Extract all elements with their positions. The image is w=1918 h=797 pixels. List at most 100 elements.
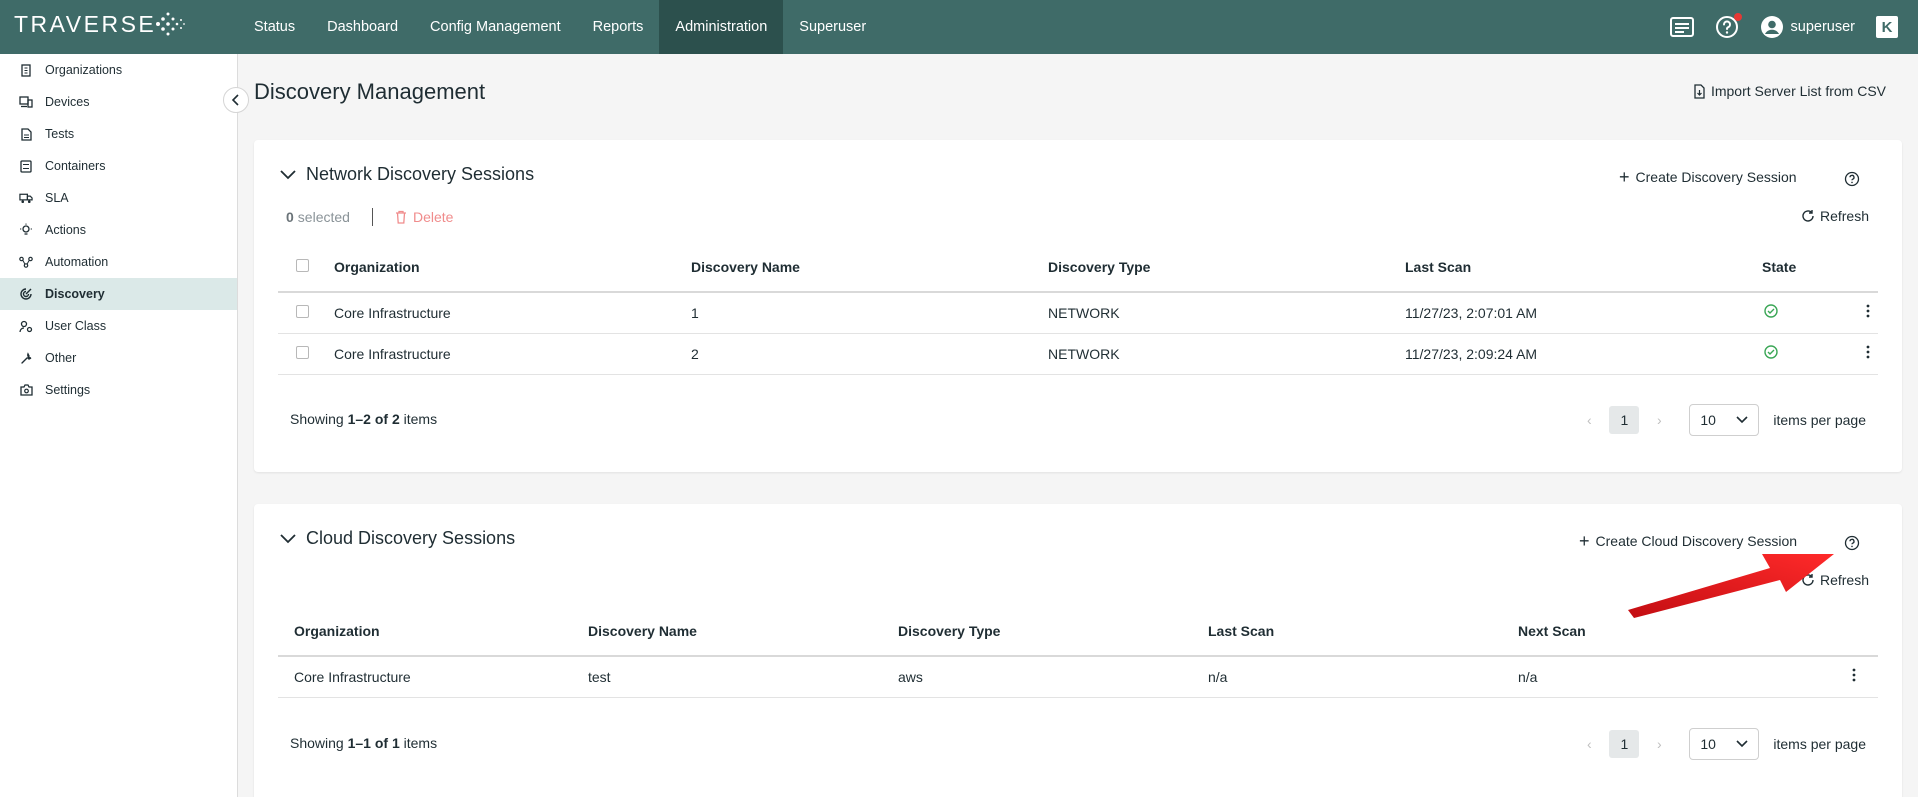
nav-config-management[interactable]: Config Management	[414, 0, 577, 54]
sidebar-item-label: SLA	[45, 191, 69, 205]
username[interactable]: superuser	[1791, 19, 1855, 35]
page-size-select[interactable]: 10	[1689, 404, 1760, 436]
document-icon	[19, 127, 33, 141]
sidebar-item-containers[interactable]: Containers	[0, 150, 237, 182]
prev-page-button[interactable]: ‹	[1579, 736, 1599, 752]
sidebar-item-other[interactable]: Other	[0, 342, 237, 374]
last-scan-cell: 11/27/23, 2:09:24 AM	[1405, 333, 1762, 375]
table-row[interactable]: Core Infrastructure 2 NETWORK 11/27/23, …	[278, 333, 1878, 375]
state-cell	[1762, 292, 1842, 334]
table-row[interactable]: Core Infrastructure test aws n/a n/a	[278, 656, 1878, 698]
import-csv-button[interactable]: Import Server List from CSV	[1693, 83, 1886, 99]
next-page-button[interactable]: ›	[1649, 412, 1669, 428]
sidebar-item-label: Tests	[45, 127, 75, 141]
nav-administration[interactable]: Administration	[659, 0, 784, 54]
file-import-icon	[1694, 83, 1705, 99]
product-badge[interactable]: K	[1876, 16, 1898, 38]
inbox-icon[interactable]	[1669, 14, 1695, 40]
page-size-value: 10	[1700, 412, 1716, 428]
page-number-button[interactable]: 1	[1609, 730, 1640, 758]
prev-page-button[interactable]: ‹	[1579, 412, 1599, 428]
help-icon[interactable]	[1844, 535, 1860, 551]
sidebar-collapse-button[interactable]	[223, 87, 249, 113]
state-cell	[1762, 333, 1842, 375]
chevron-down-icon	[1736, 740, 1748, 748]
trash-icon	[395, 210, 406, 224]
row-checkbox[interactable]	[296, 304, 309, 318]
sidebar-item-devices[interactable]: Devices	[0, 86, 237, 118]
sidebar-item-label: Settings	[45, 383, 91, 397]
cloud-section-title: Cloud Discovery Sessions	[306, 528, 516, 548]
actions-header	[1842, 242, 1878, 293]
row-select-cell	[278, 333, 334, 375]
organization-cell: Core Infrastructure	[334, 292, 691, 334]
refresh-label: Refresh	[1819, 208, 1869, 224]
logo-dots-icon	[156, 12, 186, 36]
column-header[interactable]: Last Scan	[1208, 606, 1518, 657]
column-header[interactable]: Organization	[278, 606, 588, 657]
cloud-section-header[interactable]: Cloud Discovery Sessions	[280, 528, 515, 549]
cloud-pagination: ‹ 1 › 10 items per page	[1579, 728, 1866, 760]
selected-count: 0	[286, 209, 294, 225]
create-discovery-session-button[interactable]: + Create Discovery Session	[1619, 168, 1797, 186]
sidebar-item-tests[interactable]: Tests	[0, 118, 237, 150]
sidebar-item-automation[interactable]: Automation	[0, 246, 237, 278]
kebab-menu-icon[interactable]	[1863, 304, 1873, 318]
column-header[interactable]: Organization	[334, 242, 691, 293]
row-actions-cell	[1842, 292, 1878, 334]
kebab-menu-icon[interactable]	[1849, 668, 1859, 682]
sidebar-item-sla[interactable]: SLA	[0, 182, 237, 214]
column-header[interactable]: Discovery Name	[691, 242, 1048, 293]
divider	[371, 208, 373, 226]
nav-dashboard[interactable]: Dashboard	[311, 0, 414, 54]
chevron-left-icon	[231, 94, 239, 106]
column-header[interactable]: Last Scan	[1405, 242, 1762, 293]
page-number-button[interactable]: 1	[1609, 406, 1640, 434]
annotation-arrow-icon	[1628, 554, 1834, 618]
sidebar-item-label: Discovery	[45, 287, 105, 301]
table-row[interactable]: Core Infrastructure 1 NETWORK 11/27/23, …	[278, 292, 1878, 334]
column-header[interactable]: State	[1762, 242, 1842, 293]
nav-superuser[interactable]: Superuser	[783, 0, 882, 54]
network-pagination-summary: Showing 1–2 of 2 items	[290, 411, 437, 427]
truck-icon	[19, 191, 33, 205]
column-header[interactable]: Discovery Type	[898, 606, 1208, 657]
devices-icon	[19, 95, 33, 109]
network-refresh-button[interactable]: Refresh	[1801, 208, 1869, 224]
page-size-select[interactable]: 10	[1689, 728, 1760, 760]
check-circle-icon	[1764, 345, 1778, 359]
chevron-down-icon	[280, 533, 296, 543]
notification-dot	[1733, 13, 1742, 21]
sidebar-item-user-class[interactable]: User Class	[0, 310, 237, 342]
delete-button[interactable]: Delete	[395, 209, 453, 225]
showing-suffix: items	[403, 411, 438, 427]
page-title: Discovery Management	[254, 79, 486, 104]
help-icon[interactable]	[1844, 171, 1860, 187]
showing-range: 1–1	[347, 735, 371, 751]
last-scan-cell: 11/27/23, 2:07:01 AM	[1405, 292, 1762, 334]
discovery-name-cell: test	[588, 656, 898, 698]
row-actions-cell	[1842, 333, 1878, 375]
messages-icon[interactable]	[1333, 14, 1359, 40]
kebab-menu-icon[interactable]	[1863, 345, 1873, 359]
network-sessions-table: Organization Discovery Name Discovery Ty…	[278, 242, 1878, 375]
user-avatar-icon[interactable]	[1759, 14, 1785, 40]
select-all-checkbox[interactable]	[296, 258, 309, 272]
nav-reports[interactable]: Reports	[577, 0, 660, 54]
items-per-page-label: items per page	[1773, 412, 1866, 428]
column-header[interactable]: Discovery Name	[588, 606, 898, 657]
sidebar-item-actions[interactable]: Actions	[0, 214, 237, 246]
row-checkbox[interactable]	[296, 345, 309, 359]
showing-of: of	[374, 735, 389, 751]
items-per-page-label: items per page	[1773, 736, 1866, 752]
sidebar-item-organizations[interactable]: Organizations	[0, 54, 237, 86]
sidebar-item-discovery[interactable]: Discovery	[0, 278, 237, 310]
network-section-header[interactable]: Network Discovery Sessions	[280, 164, 534, 185]
help-notification-icon[interactable]	[1714, 13, 1742, 40]
next-page-button[interactable]: ›	[1649, 736, 1669, 752]
traverse-logo[interactable]: TRAVERSE	[14, 10, 186, 38]
nav-status[interactable]: Status	[238, 0, 311, 54]
sidebar-item-settings[interactable]: Settings	[0, 374, 237, 406]
refresh-icon	[1802, 210, 1814, 222]
column-header[interactable]: Discovery Type	[1048, 242, 1405, 293]
